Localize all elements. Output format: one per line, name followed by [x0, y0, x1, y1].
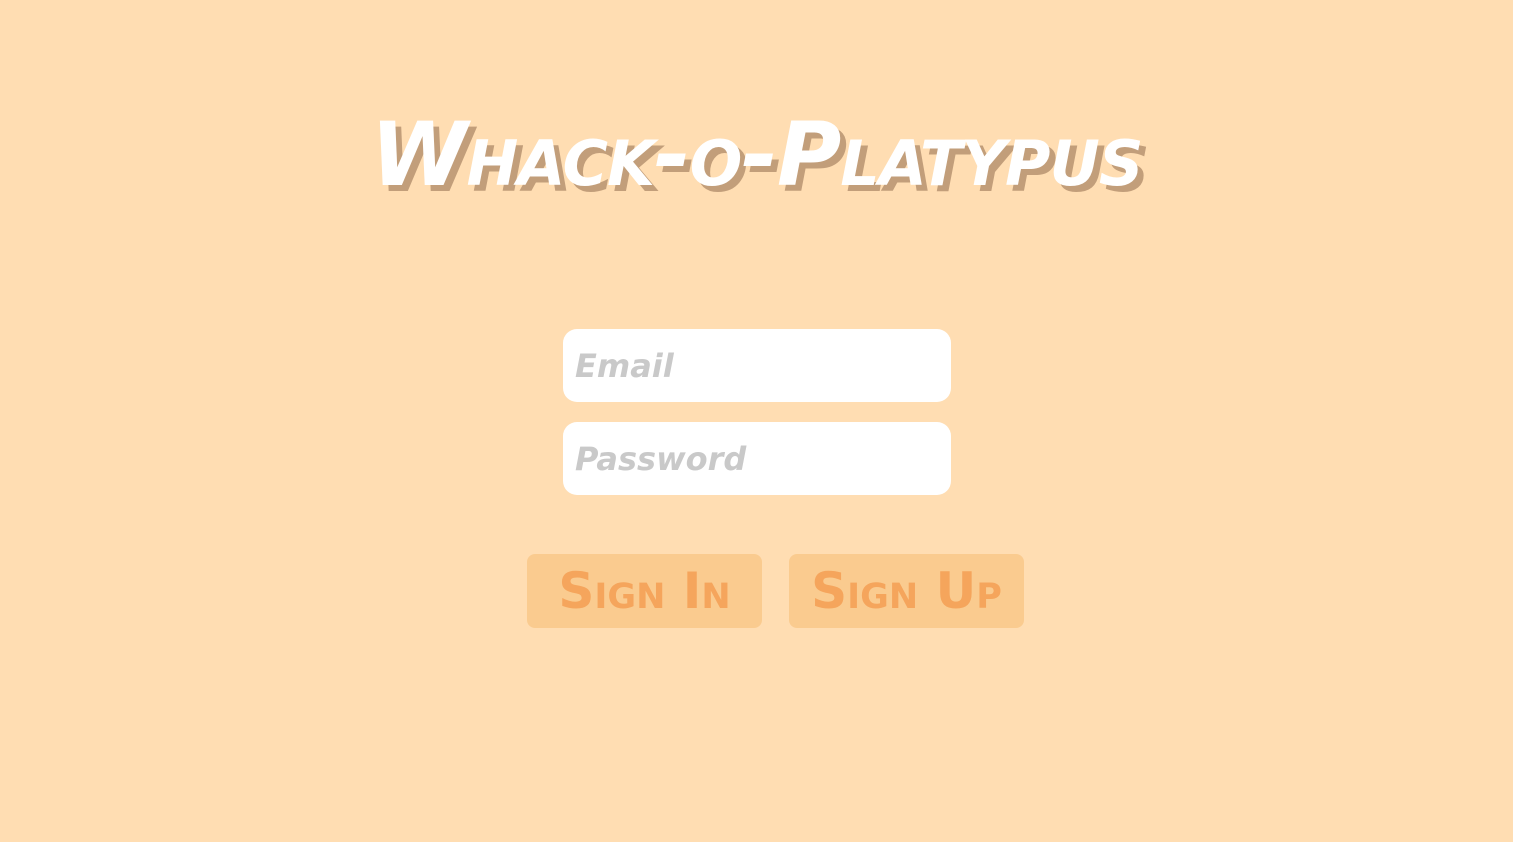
sign-up-button[interactable]: Sign Up	[789, 554, 1024, 628]
email-input[interactable]	[563, 329, 951, 402]
password-input[interactable]	[563, 422, 951, 495]
login-screen: Whack-o-Platypus Sign In Sign Up	[0, 0, 1513, 842]
sign-in-button[interactable]: Sign In	[527, 554, 762, 628]
app-title: Whack-o-Platypus	[370, 103, 1143, 206]
